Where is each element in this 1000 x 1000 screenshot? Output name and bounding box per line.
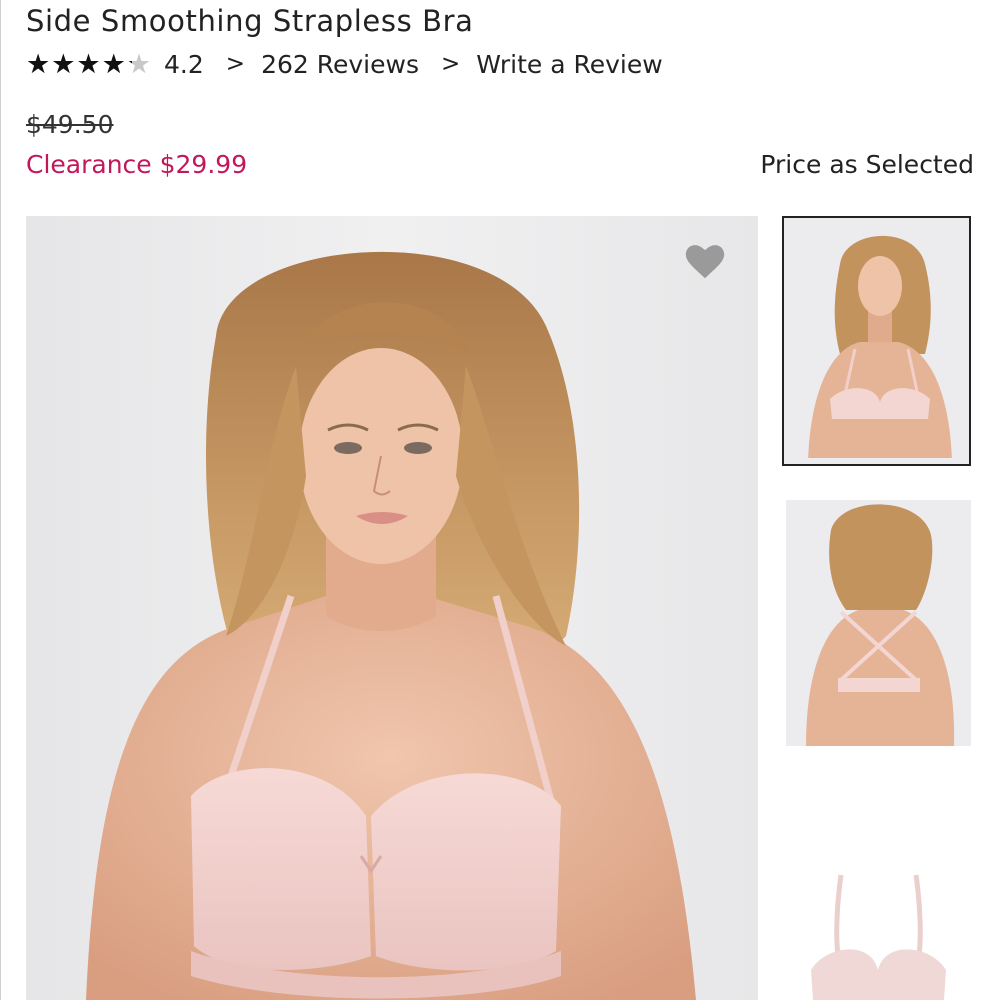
original-price: $49.50 <box>26 110 114 139</box>
thumbnail-product[interactable] <box>786 780 971 1000</box>
thumbnail-product-photo <box>786 780 971 1000</box>
rating-row: ★★★★★ ★★★★★ 4.2 > 262 Reviews > Write a … <box>26 46 663 82</box>
model-front-photo <box>26 216 758 1000</box>
star-rating: ★★★★★ ★★★★★ <box>26 51 152 78</box>
thumbnail-back[interactable] <box>786 500 971 746</box>
price-as-selected: Price as Selected <box>760 150 974 179</box>
star-rating-filled: ★★★★★ <box>26 50 132 78</box>
heart-icon[interactable] <box>682 238 728 284</box>
thumbnail-back-photo <box>786 500 971 746</box>
rating-value: 4.2 <box>164 49 204 79</box>
thumbnail-front-photo <box>790 224 963 458</box>
thumbnail-front-selected[interactable] <box>782 216 971 466</box>
clearance-price: Clearance $29.99 <box>26 150 248 179</box>
chevron-right-icon: > <box>440 51 461 77</box>
product-title: Side Smoothing Strapless Bra <box>26 4 474 38</box>
left-border <box>0 0 1 1000</box>
main-product-image[interactable] <box>26 216 758 1000</box>
write-review-link[interactable]: Write a Review <box>476 50 662 79</box>
chevron-right-icon: > <box>225 51 246 77</box>
reviews-link[interactable]: 262 Reviews <box>261 50 419 79</box>
